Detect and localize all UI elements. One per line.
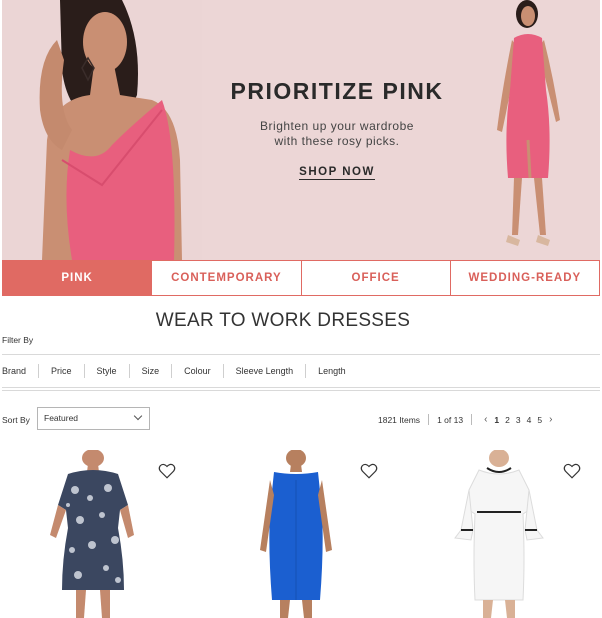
heart-icon[interactable] (563, 462, 581, 480)
filter-price[interactable]: Price (38, 364, 84, 378)
filter-by-label: Filter By (2, 335, 34, 345)
hero-banner[interactable]: PRIORITIZE PINK Brighten up your wardrob… (2, 0, 600, 260)
heart-icon[interactable] (158, 462, 176, 480)
filter-brand[interactable]: Brand (2, 364, 38, 378)
filter-style[interactable]: Style (83, 364, 129, 378)
banner-title: PRIORITIZE PINK (230, 78, 444, 104)
tab-pink[interactable]: PINK (2, 260, 153, 296)
product-card-white-dress[interactable] (425, 449, 581, 618)
divider (428, 414, 430, 425)
filter-size[interactable]: Size (128, 364, 172, 378)
model-right-image (497, 0, 560, 246)
page-1-link[interactable]: 1 (491, 415, 502, 425)
sort-select-value: Featured (44, 413, 79, 423)
page-of: 1 of 13 (437, 414, 464, 425)
item-count: 1821 Items (378, 414, 421, 425)
category-tabs: PINK CONTEMPORARY OFFICE WEDDING-READY (2, 260, 600, 296)
banner-subtitle: Brighten up your wardrobe with these ros… (202, 119, 472, 149)
pagination: ‹ 1 2 3 4 5 › (480, 414, 556, 425)
tab-office[interactable]: OFFICE (301, 260, 451, 296)
product-image[interactable] (222, 449, 372, 618)
banner-subtitle-line2: with these rosy picks. (274, 134, 400, 148)
sort-select[interactable]: Featured (37, 407, 150, 430)
tab-contemporary[interactable]: CONTEMPORARY (152, 260, 302, 296)
prev-page-icon[interactable]: ‹ (480, 414, 491, 425)
page-4-link[interactable]: 4 (524, 415, 535, 425)
filter-colour[interactable]: Colour (171, 364, 223, 378)
tab-wedding-ready[interactable]: WEDDING-READY (450, 260, 600, 296)
product-image[interactable] (425, 449, 575, 618)
page-5-link[interactable]: 5 (534, 415, 545, 425)
model-left-image (2, 0, 202, 260)
divider (471, 414, 473, 425)
next-page-icon[interactable]: › (545, 414, 556, 425)
filter-bar: Brand Price Style Size Colour Sleeve Len… (2, 354, 600, 391)
filter-length[interactable]: Length (305, 364, 358, 378)
heart-icon[interactable] (360, 462, 378, 480)
product-card-floral-dress[interactable] (20, 449, 176, 618)
sort-by-label: Sort By (2, 415, 30, 425)
chevron-down-icon (133, 411, 143, 421)
banner-copy: PRIORITIZE PINK Brighten up your wardrob… (202, 78, 472, 180)
product-card-blue-dress[interactable] (222, 449, 378, 618)
filter-sleeve-length[interactable]: Sleeve Length (222, 364, 306, 378)
results-meta: 1821 Items 1 of 13 ‹ 1 2 3 4 5 › (378, 414, 556, 425)
page-2-link[interactable]: 2 (502, 415, 513, 425)
shop-now-link[interactable]: SHOP NOW (299, 166, 375, 180)
banner-subtitle-line1: Brighten up your wardrobe (260, 119, 414, 133)
page-title: WEAR TO WORK DRESSES (155, 310, 411, 331)
product-image[interactable] (20, 449, 170, 618)
page-3-link[interactable]: 3 (513, 415, 524, 425)
